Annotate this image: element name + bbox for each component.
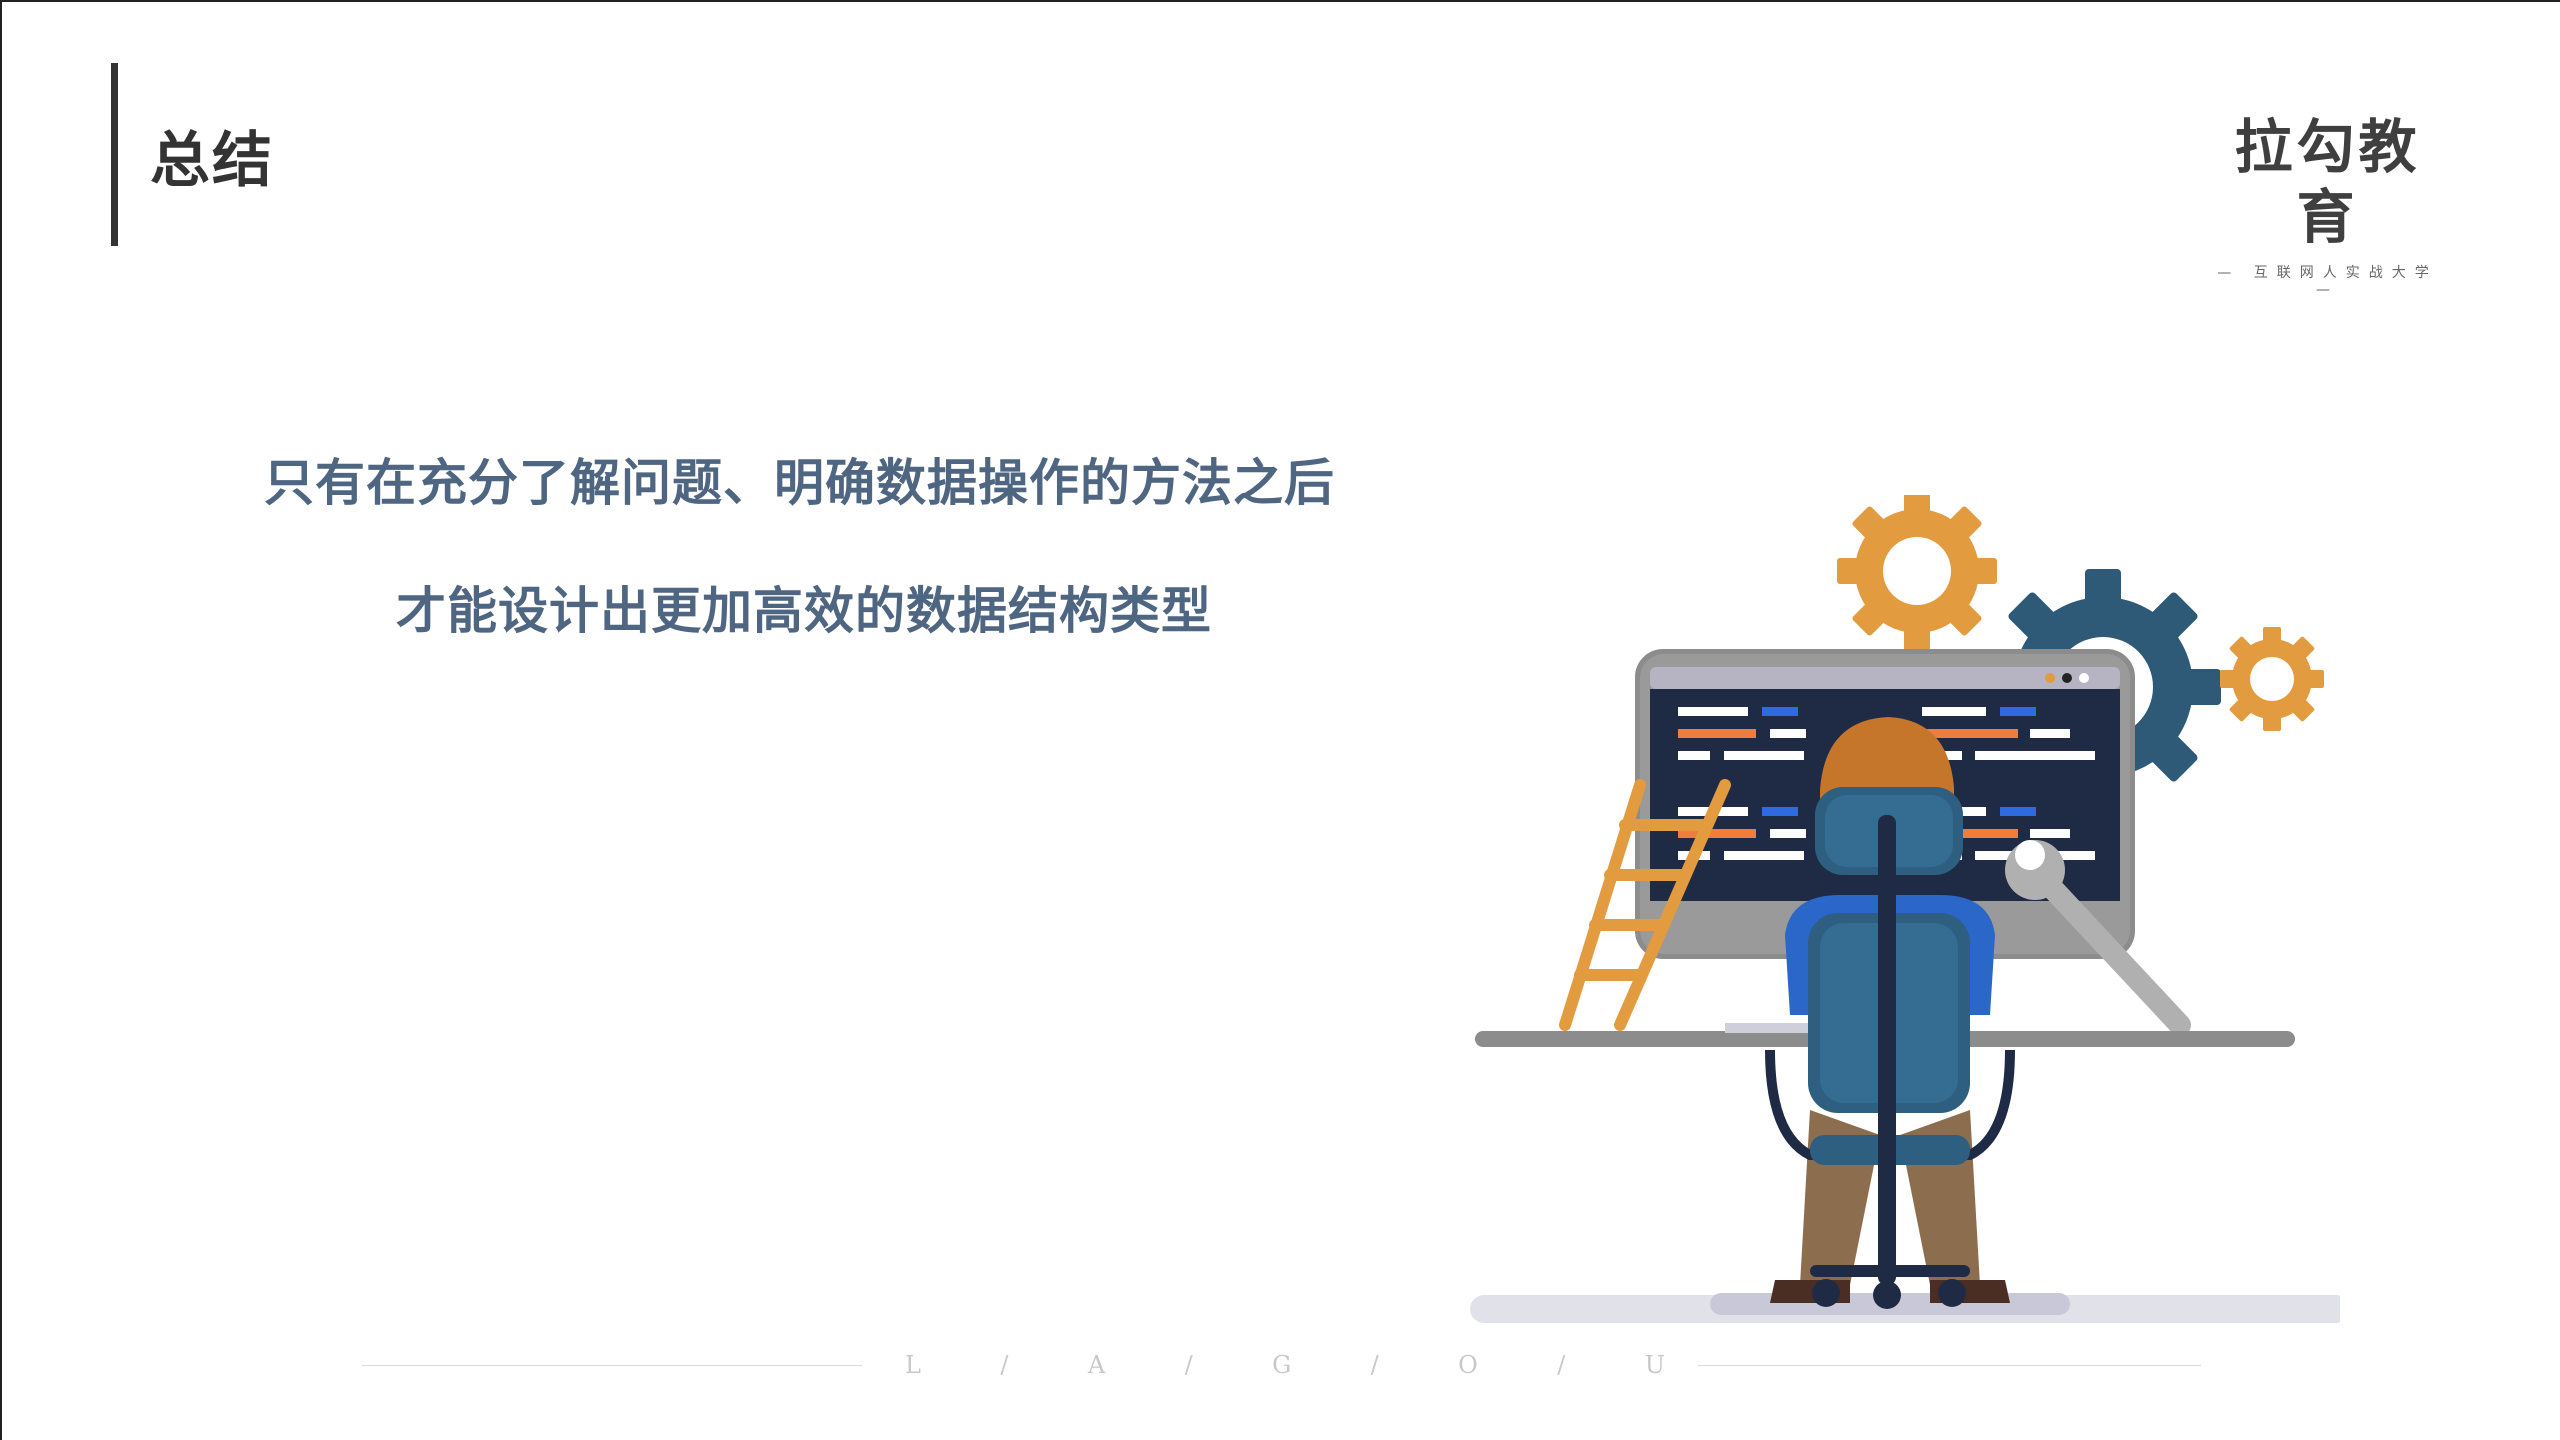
footer-separator: / [1557,1351,1566,1379]
frame-top-border [0,0,2560,2]
footer-line-right [1698,1365,2201,1366]
footer-letter: U [1644,1351,1665,1379]
footer-letter: G [1272,1351,1292,1379]
footer-letter: A [1087,1351,1106,1379]
footer-separator: / [1370,1351,1379,1379]
footer-lagou-letters: L / A / G / O / U [905,1345,1665,1385]
frame-left-border [0,0,2,1440]
body-text-line-1: 只有在充分了解问题、明确数据操作的方法之后 [264,454,1335,512]
programmer-at-desk-illustration [1470,495,2340,1323]
slide-title: 总结 [150,126,274,196]
title-accent-bar [111,63,118,246]
brand-logo: 拉勾教育 — 互联网人实战大学 — [2205,112,2450,298]
footer-letter: O [1458,1351,1478,1379]
logo-name: 拉勾教育 [2234,113,2421,251]
footer-separator: / [1000,1351,1009,1379]
body-text-line-2: 才能设计出更加高效的数据结构类型 [396,582,1212,640]
logo-tagline: — 互联网人实战大学 — [2217,265,2438,298]
footer-separator: / [1184,1351,1193,1379]
footer-letter: L [905,1351,921,1379]
footer-line-left [362,1365,862,1366]
orange-gear-large-icon [1837,495,1997,651]
orange-gear-small-icon [2220,627,2324,731]
